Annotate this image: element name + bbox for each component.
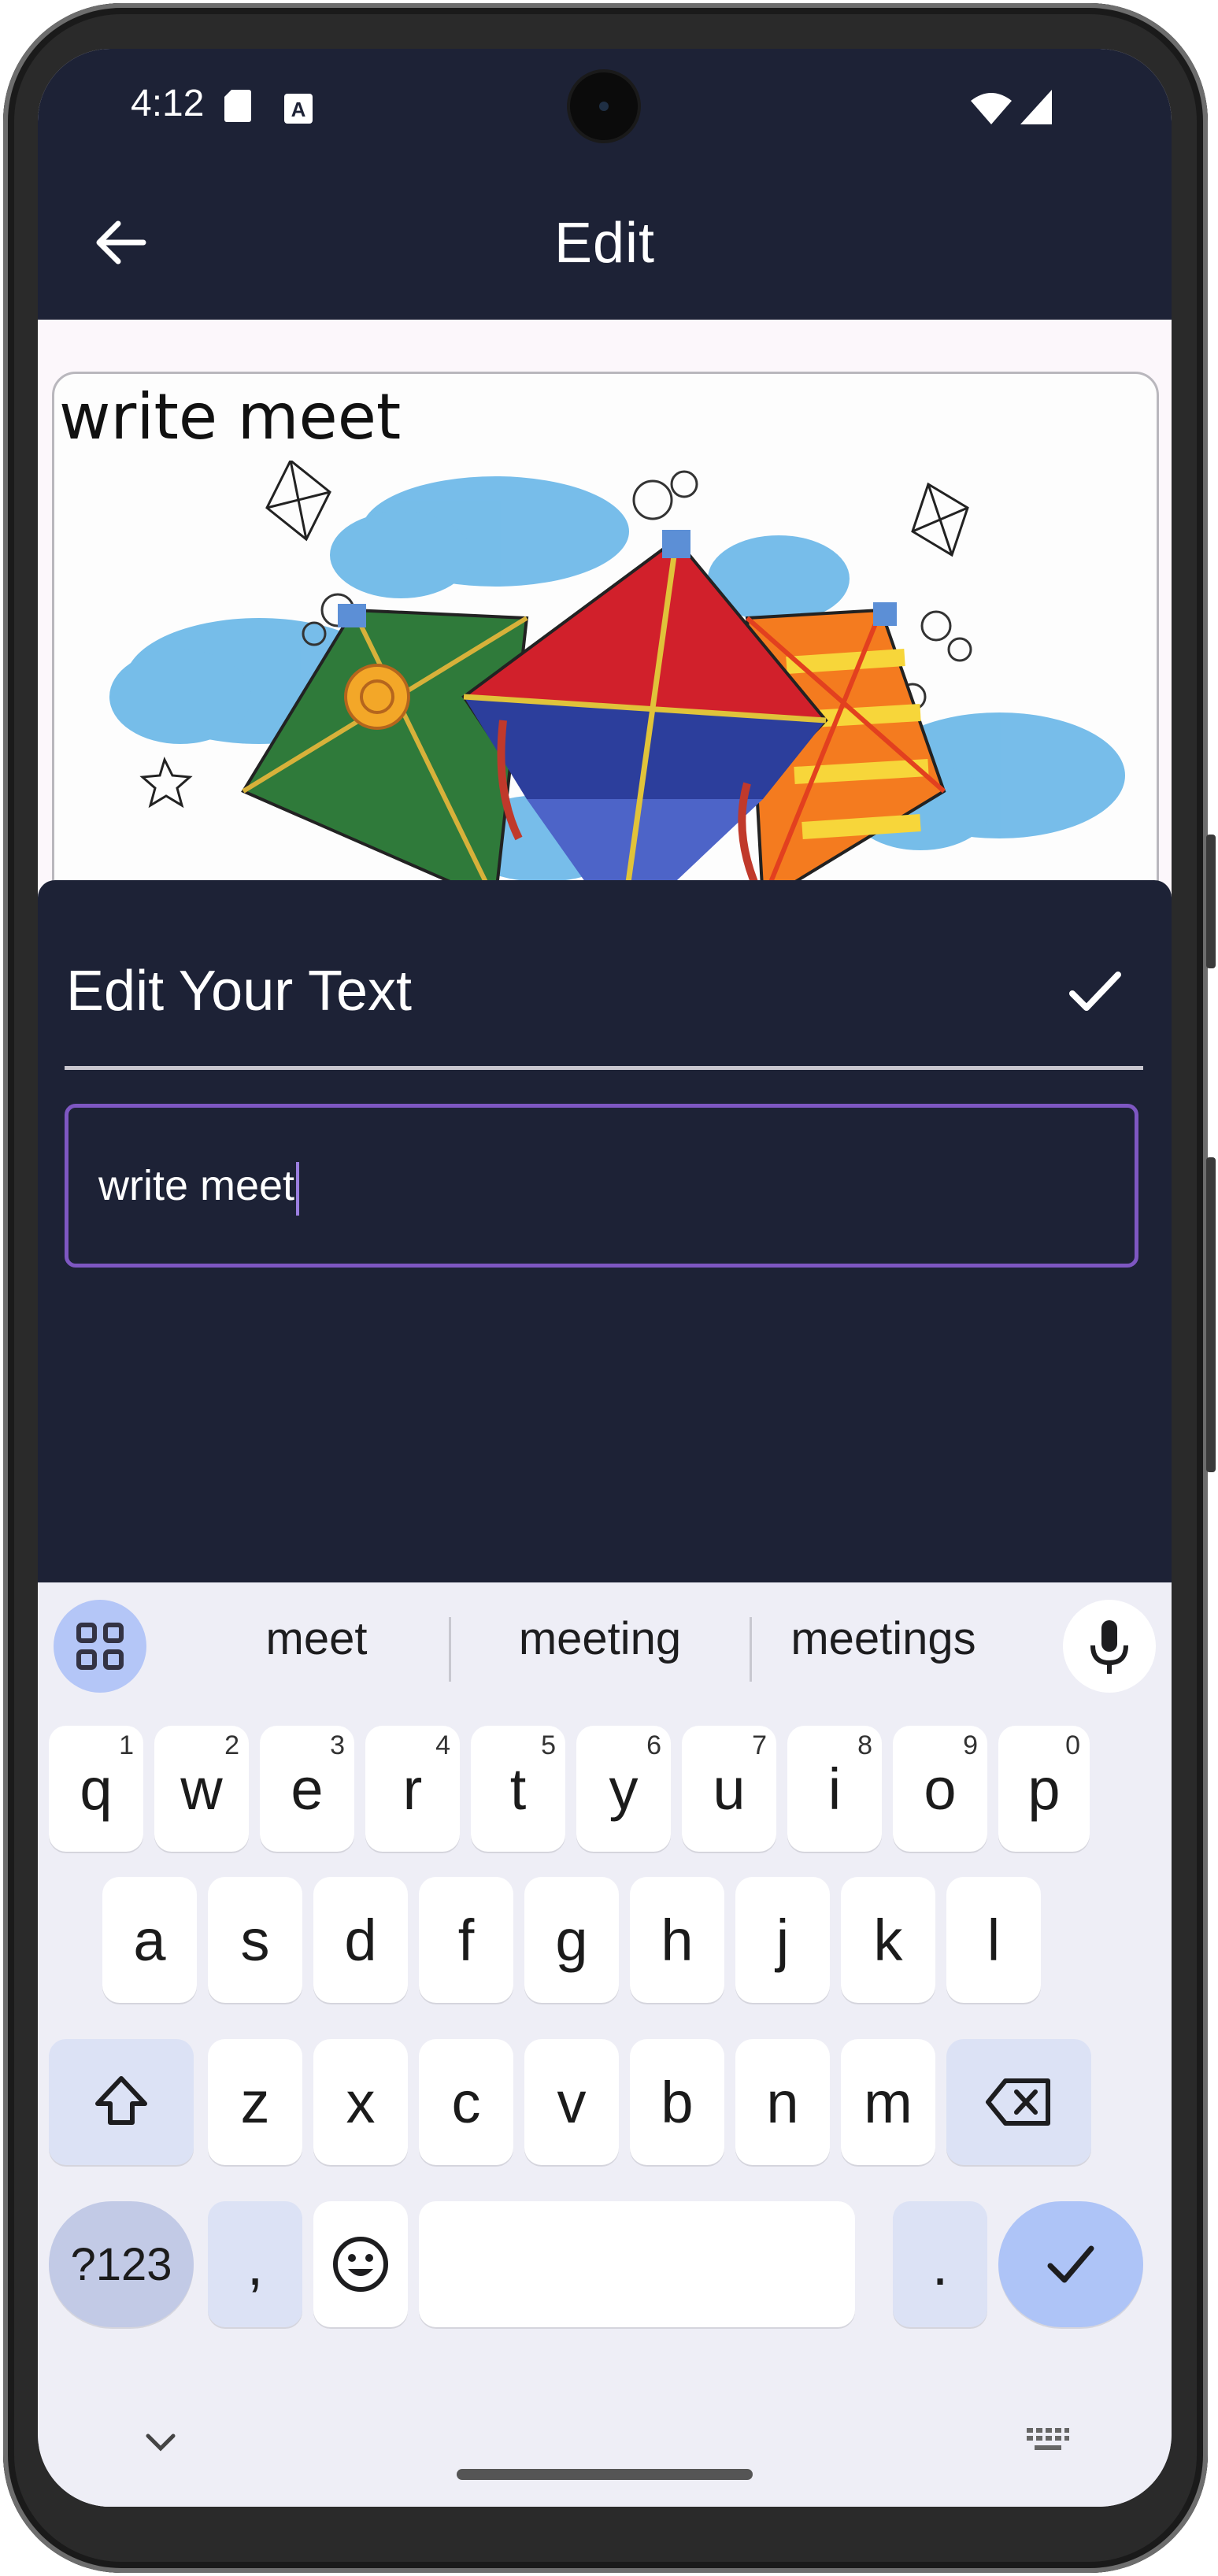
key-z[interactable]: z bbox=[208, 2039, 302, 2165]
key-n[interactable]: n bbox=[735, 2039, 830, 2165]
sd-card-icon bbox=[224, 90, 251, 122]
key-s[interactable]: s bbox=[208, 1877, 302, 2003]
key-e-hint: 3 bbox=[330, 1730, 345, 1760]
key-w-label: w bbox=[180, 1756, 223, 1822]
text-input-field[interactable]: write meet bbox=[65, 1104, 1138, 1268]
title-divider bbox=[65, 1066, 1143, 1070]
key-t[interactable]: t5 bbox=[471, 1726, 565, 1852]
symbols-key[interactable]: ?123 bbox=[49, 2201, 194, 2327]
period-key[interactable]: . bbox=[893, 2201, 987, 2327]
key-q[interactable]: q1 bbox=[49, 1726, 143, 1852]
keyboard-switch-icon[interactable] bbox=[1025, 2425, 1071, 2456]
suggestion-1[interactable]: meet bbox=[167, 1612, 466, 1665]
emoji-icon bbox=[333, 2237, 388, 2292]
key-x[interactable]: x bbox=[313, 2039, 408, 2165]
voice-input-button[interactable] bbox=[1063, 1600, 1156, 1693]
key-u[interactable]: u7 bbox=[682, 1726, 776, 1852]
sheet-title: Edit Your Text bbox=[66, 960, 412, 1023]
power-button bbox=[1206, 835, 1216, 968]
key-p-label: p bbox=[1027, 1756, 1061, 1822]
key-w[interactable]: w2 bbox=[154, 1726, 249, 1852]
status-time: 4:12 bbox=[131, 83, 205, 124]
key-r[interactable]: r4 bbox=[365, 1726, 460, 1852]
check-icon bbox=[1047, 2245, 1094, 2283]
front-camera bbox=[570, 72, 638, 140]
done-key[interactable] bbox=[998, 2201, 1143, 2327]
key-o[interactable]: o9 bbox=[893, 1726, 987, 1852]
volume-button bbox=[1206, 1157, 1216, 1472]
key-f[interactable]: f bbox=[419, 1877, 513, 2003]
grid-icon bbox=[76, 1623, 124, 1670]
key-i-label: i bbox=[827, 1756, 842, 1822]
key-q-label: q bbox=[80, 1756, 113, 1822]
shift-key[interactable] bbox=[49, 2039, 194, 2165]
svg-text:A: A bbox=[291, 98, 306, 121]
signal-icon bbox=[1020, 90, 1052, 124]
key-p[interactable]: p0 bbox=[998, 1726, 1090, 1852]
suggestion-2[interactable]: meeting bbox=[450, 1612, 750, 1665]
key-m[interactable]: m bbox=[841, 2039, 935, 2165]
app-bar: 4:12 A Edit bbox=[38, 49, 1172, 320]
overlay-text[interactable]: write meet bbox=[59, 380, 401, 453]
suggestion-3[interactable]: meetings bbox=[734, 1612, 1033, 1665]
screen: 4:12 A Edit write meet Edit Your Text wr… bbox=[38, 49, 1172, 2507]
key-r-label: r bbox=[402, 1756, 423, 1822]
key-t-label: t bbox=[509, 1756, 527, 1822]
text-input-value-text[interactable]: write meet bbox=[98, 1162, 294, 1209]
soft-keyboard: meet meeting meetings q1 w2 e3 r4 t5 y 6… bbox=[38, 1582, 1172, 2507]
key-b[interactable]: b bbox=[630, 2039, 724, 2165]
mic-icon bbox=[1090, 1620, 1128, 1674]
keyboard-a-icon: A bbox=[284, 94, 313, 124]
key-e[interactable]: e3 bbox=[260, 1726, 354, 1852]
edit-text-sheet: Edit Your Text write meet bbox=[38, 880, 1172, 1582]
key-y-label: y bbox=[609, 1756, 639, 1822]
check-icon[interactable] bbox=[1061, 959, 1127, 1025]
page-title: Edit bbox=[553, 212, 656, 275]
key-j[interactable]: j bbox=[735, 1877, 830, 2003]
text-cursor bbox=[296, 1161, 300, 1216]
key-r-hint: 4 bbox=[435, 1730, 450, 1760]
suggestion-strip: meet meeting meetings bbox=[38, 1582, 1172, 1708]
chevron-down-icon[interactable] bbox=[137, 2426, 184, 2458]
space-key[interactable] bbox=[419, 2201, 855, 2327]
key-d[interactable]: d bbox=[313, 1877, 408, 2003]
kites-artwork bbox=[109, 461, 1125, 925]
key-k[interactable]: k bbox=[841, 1877, 935, 2003]
image-canvas[interactable]: write meet bbox=[52, 372, 1159, 927]
keyboard-apps-button[interactable] bbox=[54, 1600, 146, 1693]
key-y[interactable]: y6 bbox=[576, 1726, 671, 1852]
key-v[interactable]: v bbox=[524, 2039, 619, 2165]
key-q-hint: 1 bbox=[119, 1730, 134, 1760]
key-u-hint: 7 bbox=[752, 1730, 767, 1760]
emoji-key[interactable] bbox=[313, 2201, 408, 2327]
key-i-hint: 8 bbox=[857, 1730, 872, 1760]
key-l[interactable]: l bbox=[946, 1877, 1041, 2003]
key-o-label: o bbox=[924, 1756, 957, 1822]
text-input-value[interactable]: write meet bbox=[98, 1161, 300, 1216]
backspace-key[interactable] bbox=[946, 2039, 1091, 2165]
key-a[interactable]: a bbox=[102, 1877, 197, 2003]
key-t-hint: 5 bbox=[541, 1730, 556, 1760]
key-h[interactable]: h bbox=[630, 1877, 724, 2003]
backspace-icon bbox=[986, 2078, 1050, 2126]
phone-frame: 4:12 A Edit write meet Edit Your Text wr… bbox=[0, 0, 1218, 2576]
shift-icon bbox=[95, 2076, 147, 2125]
key-y-hint: 6 bbox=[646, 1730, 661, 1760]
key-i[interactable]: i8 bbox=[787, 1726, 882, 1852]
key-u-label: u bbox=[713, 1756, 746, 1822]
wifi-icon bbox=[971, 93, 1012, 124]
comma-key[interactable]: , bbox=[208, 2201, 302, 2327]
key-w-hint: 2 bbox=[224, 1730, 239, 1760]
key-p-hint: 0 bbox=[1065, 1730, 1080, 1760]
key-e-label: e bbox=[291, 1756, 324, 1822]
key-g[interactable]: g bbox=[524, 1877, 619, 2003]
key-o-hint: 9 bbox=[963, 1730, 978, 1760]
gesture-nav-bar[interactable] bbox=[457, 2469, 753, 2480]
key-c[interactable]: c bbox=[419, 2039, 513, 2165]
